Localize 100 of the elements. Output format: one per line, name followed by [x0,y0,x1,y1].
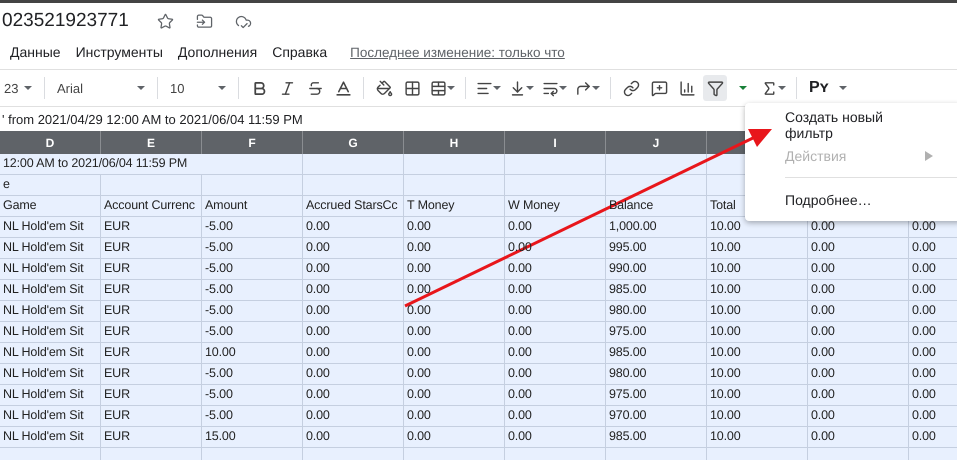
table-cell: 0.00 [505,280,606,301]
table-cell: 10.00 [707,280,808,301]
table-cell: 0.00 [303,322,404,343]
document-title[interactable]: 023521923771 [2,10,129,32]
folder-arrow-icon[interactable] [196,12,213,30]
table-cell: -5.00 [202,259,303,280]
table-cell: 10.00 [707,343,808,364]
table-cell: 0.00 [404,385,505,406]
table-cell: 0.00 [909,238,957,259]
table-cell: Game [0,196,101,217]
table-cell: 975.00 [606,385,707,406]
caret-icon [526,86,534,90]
table-cell: NL Hold'em Sit [0,280,101,301]
table-cell: 10.00 [202,343,303,364]
menu-option[interactable]: Создать новый фильтр [745,109,957,140]
column-header[interactable]: H [404,131,505,154]
table-cell: EUR [101,322,202,343]
table-cell: 0.00 [909,301,957,322]
caret-icon [739,86,747,90]
comment-plus-icon [650,80,668,96]
table-cell: T Money [404,196,505,217]
addon-button[interactable]: Pʏ [805,79,851,97]
filter-icon [706,80,724,96]
table-cell: 0.00 [404,427,505,448]
font-dropdown[interactable]: Arial [53,75,149,101]
table-cell: 10.00 [707,322,808,343]
text-color-icon [334,78,352,98]
table-cell: Amount [202,196,303,217]
menu-item[interactable]: Дополнения [178,44,258,60]
table-cell: EUR [101,364,202,385]
table-cell: 0.00 [909,343,957,364]
table-cell: 0.00 [808,427,909,448]
column-header[interactable]: E [101,131,202,154]
table-cell: 985.00 [606,343,707,364]
table-cell: 10.00 [707,427,808,448]
caret-icon [778,86,786,90]
table-cell: 0.00 [303,406,404,427]
table-cell: 10.00 [707,301,808,322]
menu-item[interactable]: Данные [10,44,61,60]
menu-item[interactable]: Инструменты [76,44,163,60]
column-header[interactable]: J [606,131,707,154]
table-cell: 0.00 [909,364,957,385]
font-size-dropdown[interactable]: 10 [166,75,230,101]
table-cell: NL Hold'em Sit [0,301,101,322]
table-cell: -5.00 [202,322,303,343]
star-icon[interactable] [156,12,174,30]
table-cell: 0.00 [404,259,505,280]
table-cell: -5.00 [202,301,303,322]
table-cell: NL Hold'em Sit [0,322,101,343]
table-cell: NL Hold'em Sit [0,406,101,427]
table-cell: -5.00 [202,385,303,406]
table-cell: 12:00 AM to 2021/06/04 11:59 PM [0,154,303,175]
table-cell: 0.00 [303,364,404,385]
table-cell: 0.00 [303,238,404,259]
filter-button[interactable] [703,75,727,101]
table-cell: 10.00 [707,406,808,427]
table-cell: 0.00 [404,406,505,427]
table-cell: 0.00 [303,343,404,364]
table-cell: 970.00 [606,406,707,427]
column-header[interactable]: I [505,131,606,154]
table-cell: -5.00 [202,217,303,238]
table-cell: 0.00 [303,280,404,301]
table-cell: 0.00 [505,343,606,364]
last-edit-link[interactable]: Последнее изменение: только что [350,44,565,60]
table-cell: W Money [505,196,606,217]
menu-item[interactable]: Справка [272,44,328,60]
table-cell: 0.00 [505,301,606,322]
table-cell: e [0,175,101,196]
table-cell: 0.00 [808,238,909,259]
table-cell: EUR [101,343,202,364]
table-cell: 0.00 [808,385,909,406]
table-cell: NL Hold'em Sit [0,259,101,280]
table-cell: NL Hold'em Sit [0,385,101,406]
table-cell: 0.00 [808,364,909,385]
table-cell: 0.00 [404,343,505,364]
table-cell: EUR [101,238,202,259]
table-cell: 975.00 [606,322,707,343]
table-cell: 15.00 [202,427,303,448]
column-header[interactable]: G [303,131,404,154]
corner-arrow-icon [575,80,592,96]
table-cell: 0.00 [808,406,909,427]
strikethrough-icon [306,80,324,96]
table-cell: 0.00 [808,322,909,343]
table-cell: 990.00 [606,259,707,280]
bar-chart-icon [678,80,696,96]
table-cell: 0.00 [505,385,606,406]
table-cell: Account Currenc [101,196,202,217]
table-cell: 0.00 [303,301,404,322]
table-cell: 985.00 [606,427,707,448]
table-cell: -5.00 [202,238,303,259]
column-header[interactable]: D [0,131,101,154]
column-header[interactable]: F [202,131,303,154]
table-cell: 0.00 [505,406,606,427]
table-cell: 0.00 [909,259,957,280]
table-cell: 0.00 [303,259,404,280]
table-cell: 980.00 [606,301,707,322]
table-cell: 0.00 [505,322,606,343]
number-format-dropdown[interactable]: 23 [0,75,36,101]
table-cell: -5.00 [202,406,303,427]
table-cell: 0.00 [909,385,957,406]
